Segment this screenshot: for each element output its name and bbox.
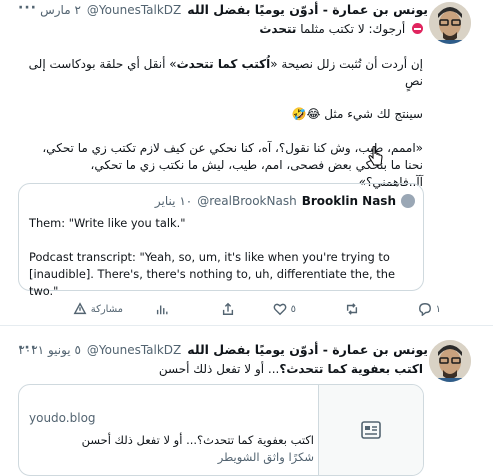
card-title: اكتب بعفوية كما تتحدث؟... أو لا تفعل ذلك… (81, 433, 314, 447)
card-thumbnail (318, 385, 423, 475)
tweet-header: يونس بن عمارة - أدوّن يوميًا بفضل الله @… (18, 342, 428, 357)
quoted-line-1: Them: "Write like you talk." (29, 216, 186, 230)
retweet-button[interactable] (345, 302, 363, 316)
avatar-face-icon (429, 340, 471, 382)
quoted-avatar (401, 194, 415, 208)
para1-text-a: إن أردت أن تُثبت زلل نصيحة « (270, 57, 423, 71)
card-info: youdo.blog اكتب بعفوية كما تتحدث؟... أو … (29, 411, 314, 464)
author-name[interactable]: يونس بن عمارة - أدوّن يوميًا بفضل الله (187, 2, 428, 17)
card-domain: youdo.blog (29, 411, 96, 425)
tweet[interactable]: يونس بن عمارة - أدوّن يوميًا بفضل الله @… (0, 0, 493, 325)
tweet-paragraph-2: سينتج لك شيء مثل 😂🤣 (291, 107, 424, 121)
tweet-text-suffix: ... أو لا تفعل ذلك أحسن (158, 362, 280, 376)
like-button[interactable]: ٥ (273, 302, 296, 316)
more-options-icon[interactable]: ··· (18, 340, 37, 356)
quoted-text: Them: "Write like you talk." Podcast tra… (29, 215, 419, 300)
tweet-header: يونس بن عمارة - أدوّن يوميًا بفضل الله @… (40, 2, 428, 17)
quoted-date: ١٠ يناير (154, 194, 193, 208)
avatar-face-icon (429, 2, 471, 44)
heart-icon (273, 303, 287, 316)
more-options-icon[interactable]: ··· (18, 0, 37, 16)
reply-button[interactable]: ١ (418, 302, 441, 316)
avatar[interactable] (429, 2, 471, 44)
tweet-text: اكتب بعفوية كما تتحدث؟... أو لا تفعل ذلك… (23, 361, 423, 378)
quoted-author-handle: @realBrookNash (197, 194, 297, 208)
quoted-tweet[interactable]: Brooklin Nash @realBrookNash ١٠ يناير Th… (18, 183, 424, 298)
hand-cursor-icon (368, 146, 383, 166)
share-via-icon (73, 302, 87, 315)
reply-icon (418, 303, 431, 316)
share-button[interactable] (221, 302, 235, 316)
reply-count: ١ (435, 303, 441, 315)
article-icon (361, 421, 381, 439)
share-via-button[interactable]: مشاركة (73, 302, 123, 316)
subtitle-prefix: أرجوك: لا تكتب مثلما (300, 22, 406, 36)
tweet-date[interactable]: ٢ مارس (40, 3, 81, 17)
quoted-author-name: Brooklin Nash (301, 194, 396, 208)
like-count: ٥ (290, 303, 296, 315)
analytics-button[interactable] (155, 302, 169, 316)
retweet-icon (346, 303, 358, 315)
share-via-label: مشاركة (90, 303, 123, 315)
action-bar: ١ ٥ مشاركة (0, 302, 493, 320)
author-handle[interactable]: @YounesTalkDZ (87, 343, 181, 357)
link-card[interactable]: youdo.blog اكتب بعفوية كما تتحدث؟... أو … (18, 384, 424, 476)
tweet-text-emph: كما تتحدث؟ (279, 362, 348, 376)
tweet-subtitle: أرجوك: لا تكتب مثلما تتحدث (23, 21, 423, 38)
no-entry-icon (412, 23, 423, 34)
quoted-header: Brooklin Nash @realBrookNash ١٠ يناير (155, 194, 415, 208)
avatar[interactable] (429, 340, 471, 382)
tweet-paragraph-1: إن أردت أن تُثبت زلل نصيحة «اُكتب كما تت… (23, 56, 423, 90)
author-handle[interactable]: @YounesTalkDZ (87, 3, 181, 17)
tweet-text-prefix: اكتب بعفوية (350, 362, 423, 376)
share-icon (222, 302, 234, 315)
para1-emph: اُكتب كما تتحدث (176, 57, 271, 71)
subtitle-emph: تتحدث (259, 22, 297, 36)
card-subtitle: شكرًا واثق الشويطر (217, 450, 314, 464)
analytics-icon (156, 305, 168, 315)
quoted-line-2: Podcast transcript: "Yeah, so, um, it's … (29, 250, 395, 298)
author-name[interactable]: يونس بن عمارة - أدوّن يوميًا بفضل الله (187, 342, 428, 357)
